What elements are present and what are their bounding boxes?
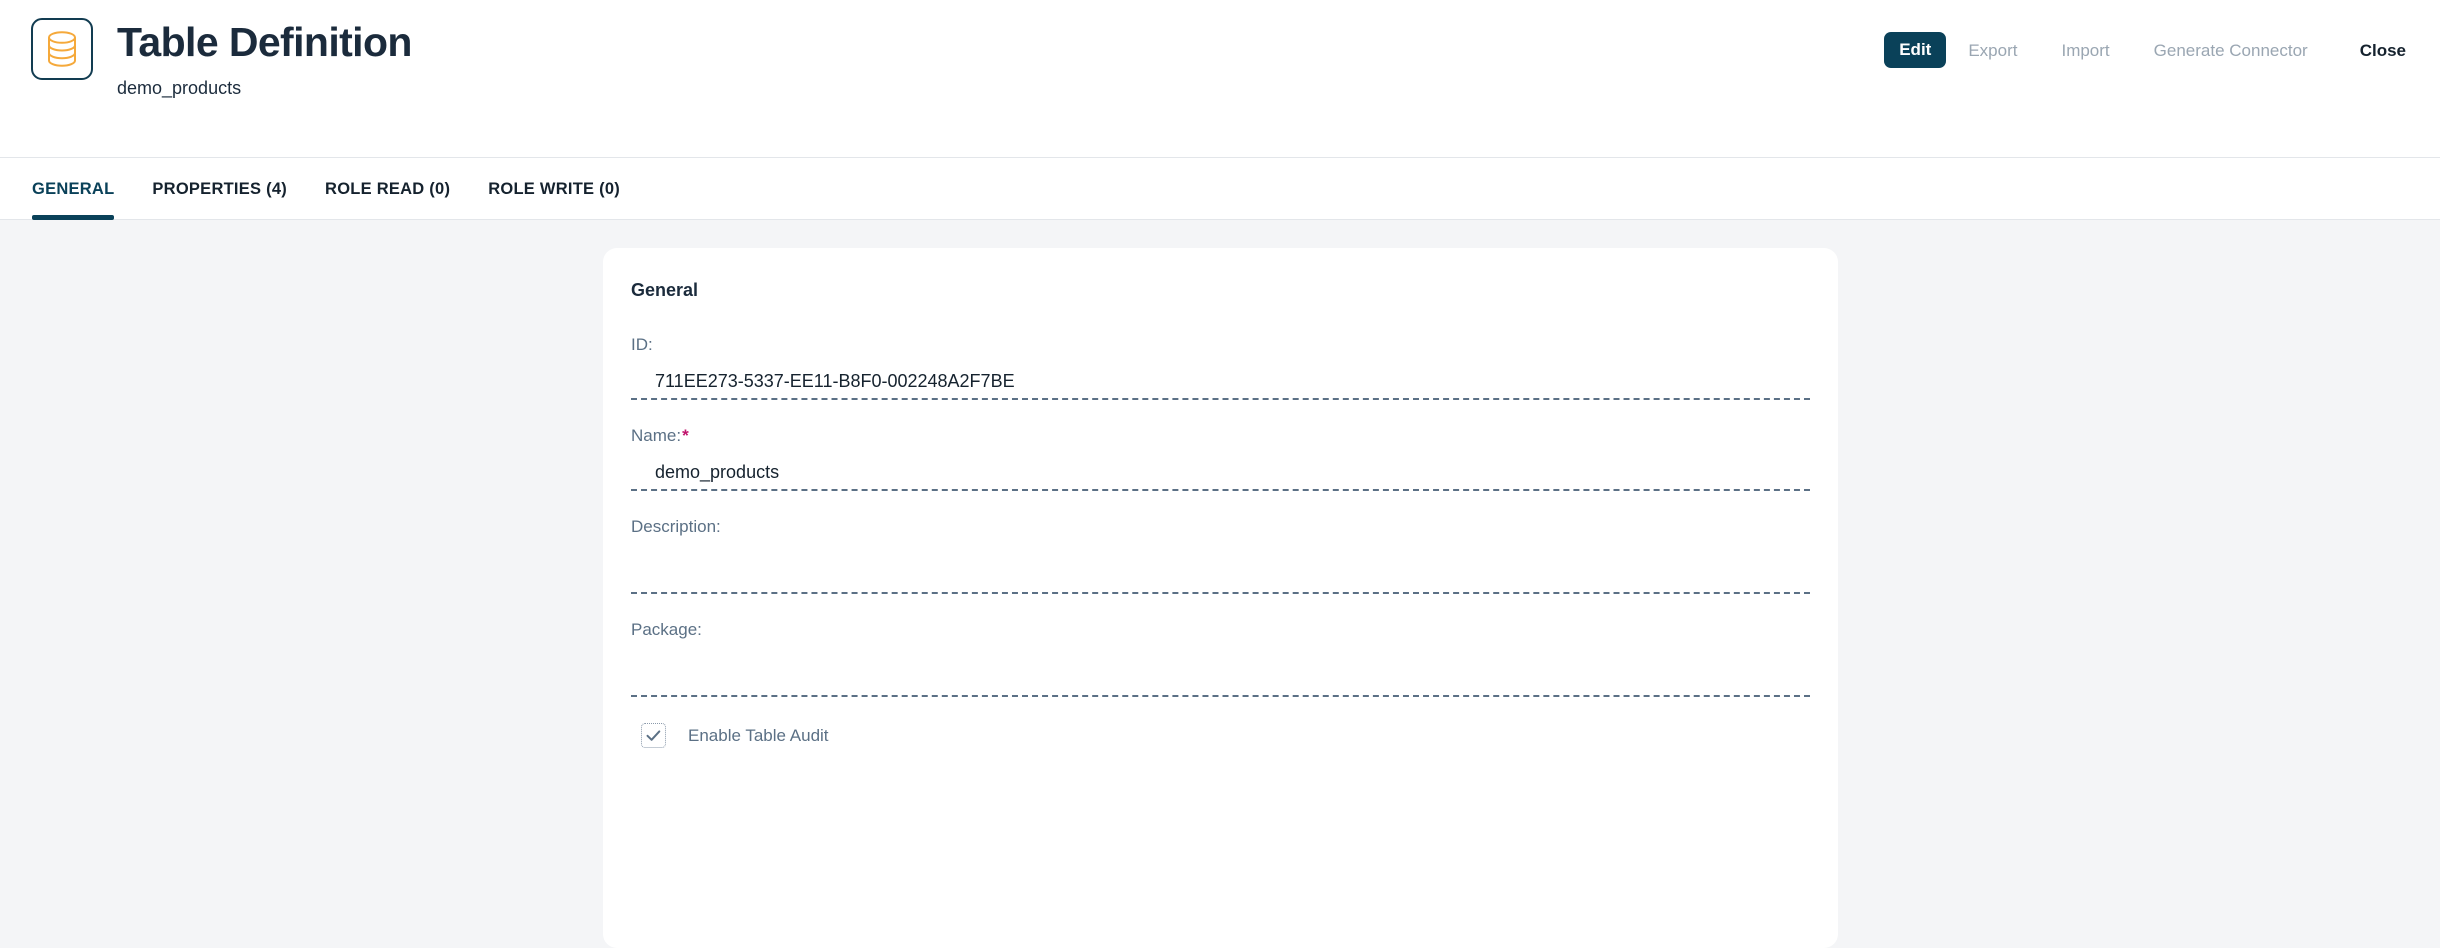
tab-general[interactable]: GENERAL <box>32 180 115 220</box>
header-action-bar: Edit Export Import Generate Connector Cl… <box>1884 32 2406 68</box>
page-subtitle: demo_products <box>117 78 242 98</box>
main-content-area: General ID: 711EE273-5337-EE11-B8F0-0022… <box>0 220 2440 948</box>
field-id: ID: 711EE273-5337-EE11-B8F0-002248A2F7BE <box>631 335 1810 400</box>
field-description-value <box>655 550 1810 576</box>
page-title: Table Definition <box>117 19 412 65</box>
field-description-value-row[interactable] <box>631 550 1810 594</box>
app-header: Table Definition demo_products Edit Expo… <box>0 0 2440 158</box>
field-description-label: Description: <box>631 517 721 536</box>
header-title-group: Table Definition demo_products <box>117 18 412 100</box>
field-name-value: demo_products <box>655 462 780 482</box>
card-section-title: General <box>631 280 699 300</box>
field-id-label: ID: <box>631 335 653 354</box>
enable-table-audit-label: Enable Table Audit <box>688 725 829 745</box>
field-id-value: 711EE273-5337-EE11-B8F0-002248A2F7BE <box>655 371 1015 391</box>
field-package-value-row[interactable] <box>631 653 1810 697</box>
edit-button[interactable]: Edit <box>1884 32 1947 68</box>
field-name-value-row[interactable]: demo_products <box>631 459 1810 491</box>
field-id-value-row[interactable]: 711EE273-5337-EE11-B8F0-002248A2F7BE <box>631 368 1810 400</box>
field-description: Description: <box>631 517 1810 594</box>
header-identity: Table Definition demo_products <box>0 0 412 100</box>
field-package-label: Package: <box>631 620 702 639</box>
import-button[interactable]: Import <box>2039 33 2131 68</box>
required-asterisk: * <box>682 426 689 445</box>
field-name-label-text: Name: <box>631 426 682 445</box>
enable-table-audit-row[interactable]: Enable Table Audit <box>631 723 1810 748</box>
tab-properties[interactable]: PROPERTIES (4) <box>152 180 287 219</box>
field-package: Package: <box>631 620 1810 697</box>
close-button[interactable]: Close <box>2330 33 2406 68</box>
field-name-label: Name:* <box>631 426 1810 446</box>
general-details-card: General ID: 711EE273-5337-EE11-B8F0-0022… <box>603 248 1838 948</box>
field-package-value <box>655 653 1810 679</box>
tab-role-write[interactable]: ROLE WRITE (0) <box>488 180 620 219</box>
field-name: Name:* demo_products <box>631 426 1810 491</box>
export-button[interactable]: Export <box>1946 33 2039 68</box>
check-icon <box>646 730 661 741</box>
enable-table-audit-checkbox[interactable] <box>641 723 666 748</box>
tab-bar: GENERAL PROPERTIES (4) ROLE READ (0) ROL… <box>0 158 2440 220</box>
database-icon <box>31 18 93 80</box>
tab-role-read[interactable]: ROLE READ (0) <box>325 180 450 219</box>
generate-connector-button[interactable]: Generate Connector <box>2132 33 2330 68</box>
